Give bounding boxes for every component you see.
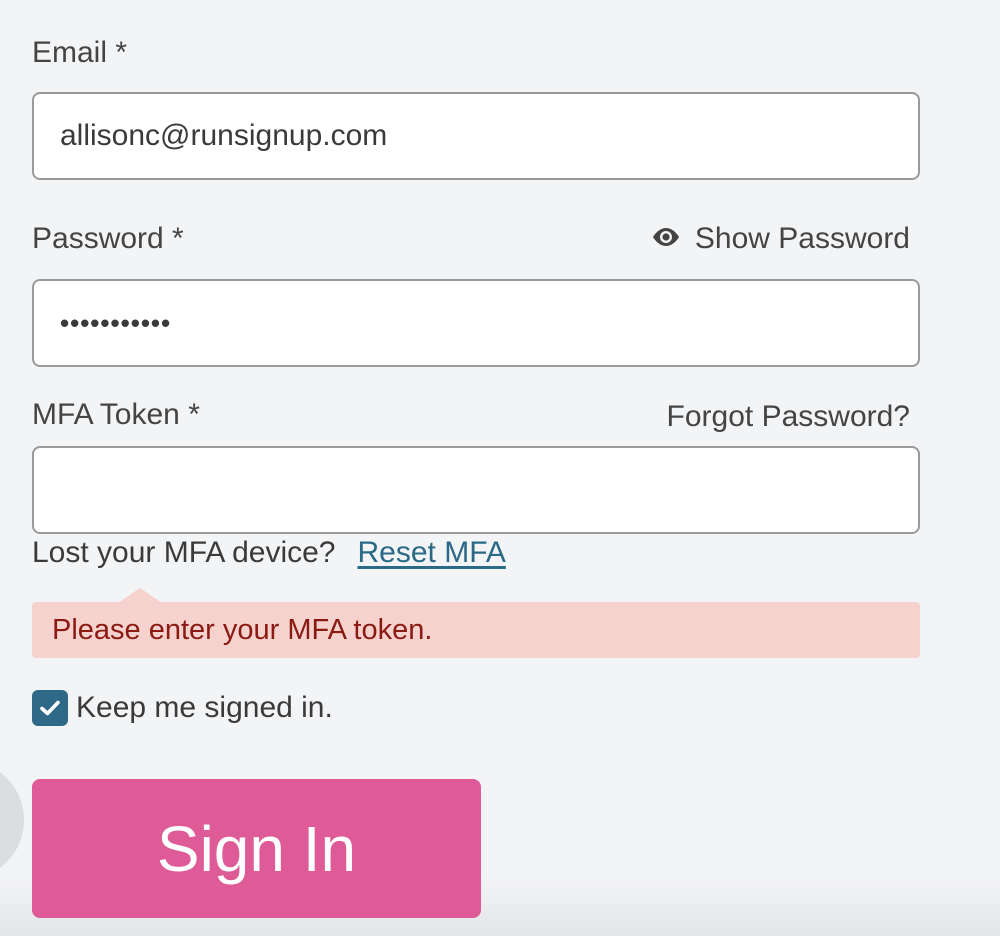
eye-icon	[651, 222, 681, 256]
password-masked-value: •••••••••••	[60, 307, 172, 338]
email-value: allisonc@runsignup.com	[60, 119, 388, 152]
error-caret	[118, 588, 162, 603]
email-field[interactable]: allisonc@runsignup.com	[32, 92, 920, 180]
lost-device-text: Lost your MFA device?	[32, 536, 336, 569]
error-text: Please enter your MFA token.	[52, 613, 433, 646]
keep-signed-in-row: Keep me signed in.	[32, 688, 333, 728]
show-password-label: Show Password	[694, 222, 910, 255]
mfa-token-label: MFA Token *	[32, 398, 200, 431]
forgot-password-link[interactable]: Forgot Password?	[667, 400, 910, 434]
lost-device-row: Lost your MFA device? Reset MFA	[32, 536, 506, 570]
keep-signed-in-checkbox[interactable]	[32, 690, 68, 726]
mfa-label-row: MFA Token * Forgot Password?	[32, 398, 910, 438]
email-label-row: Email *	[32, 36, 910, 76]
sign-in-button[interactable]: Sign In	[32, 779, 481, 918]
password-label-row: Password * Show Password	[32, 222, 910, 262]
email-label: Email *	[32, 36, 128, 69]
password-field[interactable]: •••••••••••	[32, 279, 920, 367]
mfa-token-field[interactable]	[32, 446, 920, 534]
reset-mfa-link[interactable]: Reset MFA	[358, 536, 506, 569]
login-page: Email * allisonc@runsignup.com Password …	[0, 0, 1000, 936]
checkmark-icon	[40, 700, 60, 716]
password-label: Password *	[32, 222, 184, 255]
mfa-error-message: Please enter your MFA token.	[32, 588, 920, 658]
show-password-toggle[interactable]: Show Password	[651, 222, 910, 256]
background-decoration	[0, 760, 24, 880]
keep-signed-in-label: Keep me signed in.	[76, 691, 333, 724]
